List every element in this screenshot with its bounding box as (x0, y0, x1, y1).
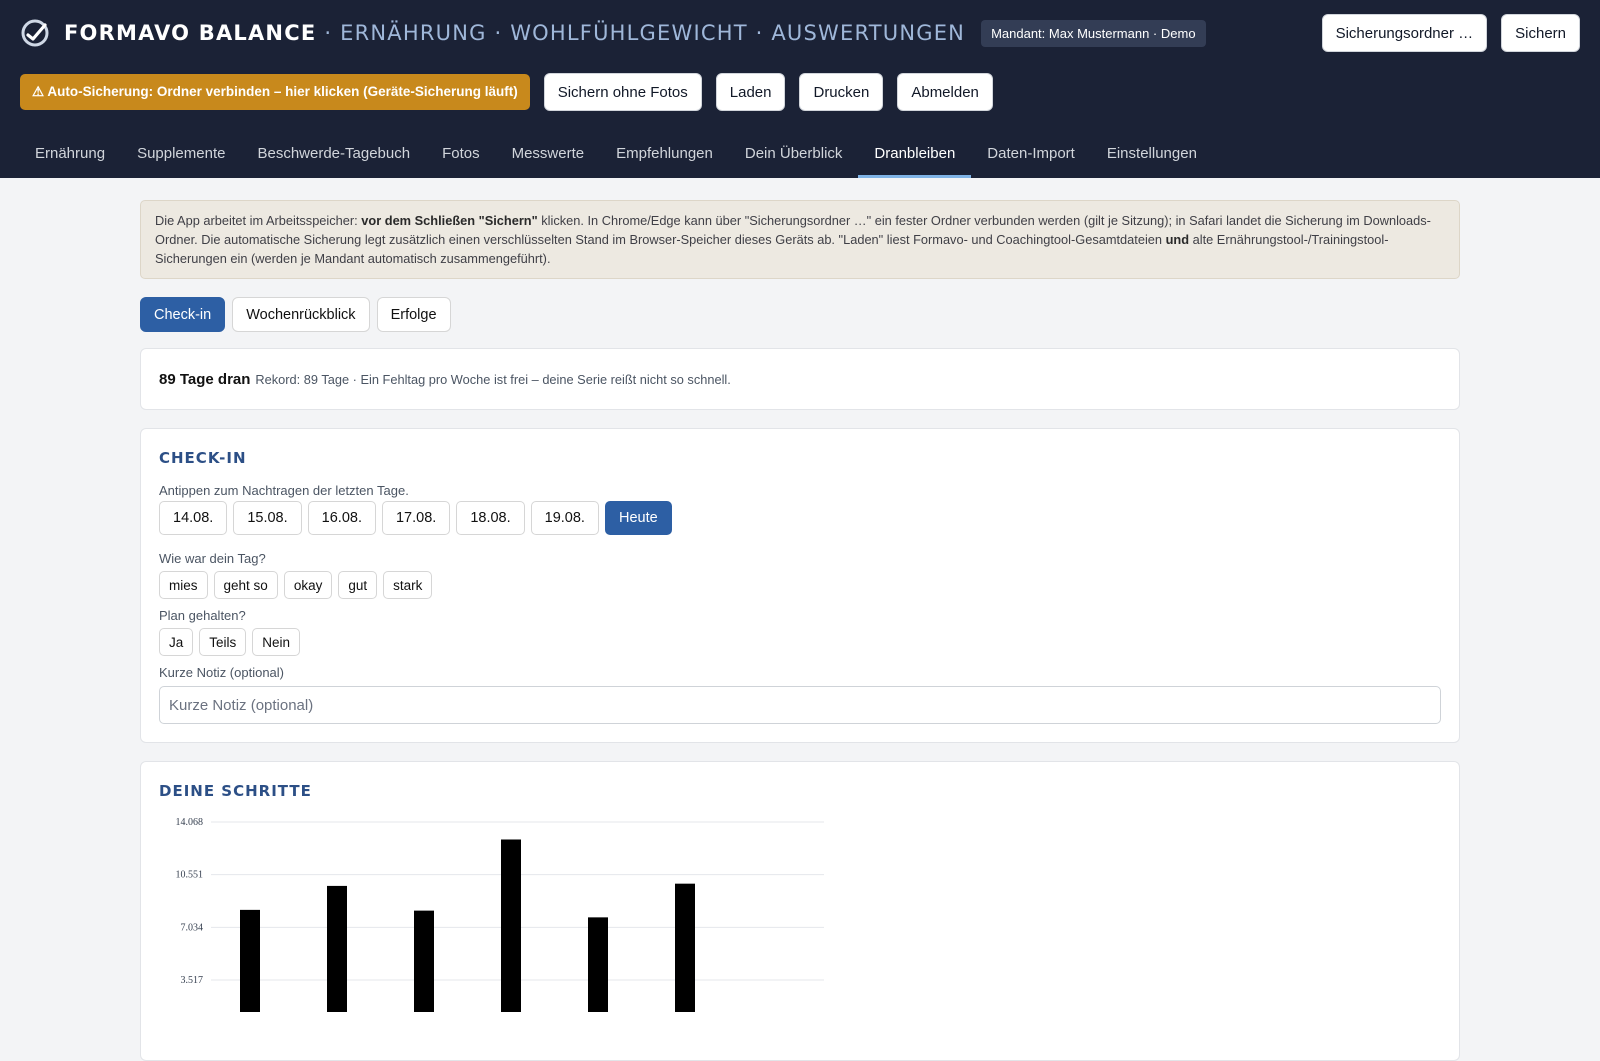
steps-bar[interactable] (588, 917, 608, 1012)
plan-option-partly[interactable]: Teils (199, 628, 247, 656)
steps-chart: 14.068 10.551 7.034 3.517 (176, 817, 824, 1012)
day-button[interactable]: 14.08. (159, 501, 228, 535)
info-bold-1: vor dem Schließen "Sichern" (361, 213, 538, 228)
top-actions: Sicherungsordner … Sichern (1321, 14, 1580, 52)
note-label: Kurze Notiz (optional) (159, 665, 284, 680)
steps-bar[interactable] (501, 839, 521, 1012)
day-selector: 14.08. 15.08. 16.08. 17.08. 18.08. 19.08… (159, 501, 1441, 535)
mood-option[interactable]: stark (383, 571, 433, 599)
today-button[interactable]: Heute (604, 501, 672, 535)
steps-bar[interactable] (675, 883, 695, 1012)
action-row: ⚠ Auto-Sicherung: Ordner verbinden – hie… (20, 73, 993, 111)
note-input[interactable] (159, 686, 1441, 724)
info-text-1: Die App arbeitet im Arbeitsspeicher: (155, 213, 362, 228)
day-button[interactable]: 19.08. (530, 501, 599, 535)
steps-bar[interactable] (414, 910, 434, 1012)
mood-option[interactable]: mies (159, 571, 208, 599)
day-button[interactable]: 16.08. (307, 501, 376, 535)
day-button[interactable]: 17.08. (381, 501, 451, 535)
logo-icon (21, 19, 49, 47)
plan-options: Ja Teils Nein (159, 628, 1441, 656)
tab-supplemente[interactable]: Supplemente (121, 137, 241, 178)
tab-daten-import[interactable]: Daten-Import (971, 137, 1091, 178)
y-tick-label: 3.517 (181, 975, 204, 986)
mood-option[interactable]: gut (338, 571, 378, 599)
steps-title: DEINE SCHRITTE (159, 782, 312, 800)
backup-folder-button[interactable]: Sicherungsordner … (1321, 14, 1488, 52)
save-without-photos-button[interactable]: Sichern ohne Fotos (543, 73, 702, 111)
save-button[interactable]: Sichern (1501, 14, 1580, 52)
steps-bar[interactable] (327, 885, 347, 1012)
y-tick-label: 14.068 (176, 817, 204, 828)
streak-detail: Rekord: 89 Tage · Ein Fehltag pro Woche … (255, 371, 731, 387)
y-tick-label: 10.551 (176, 870, 204, 881)
checkin-title: CHECK-IN (159, 449, 247, 467)
subtab-check-in[interactable]: Check-in (140, 297, 226, 332)
subtabs: Check-in Wochenrückblick Erfolge (140, 297, 1460, 332)
tab-fotos[interactable]: Fotos (426, 137, 496, 178)
info-bold-2: und (1165, 232, 1190, 247)
print-button[interactable]: Drucken (799, 73, 884, 111)
checkin-card: CHECK-IN Antippen zum Nachtragen der let… (140, 428, 1460, 743)
mood-option[interactable]: geht so (213, 571, 278, 599)
steps-bar[interactable] (240, 909, 260, 1012)
streak-summary: 89 Tage dran Rekord: 89 Tage · Ein Fehlt… (159, 349, 1441, 409)
load-button[interactable]: Laden (715, 73, 786, 111)
tab-beschwerde-tagebuch[interactable]: Beschwerde-Tagebuch (241, 137, 426, 178)
autosave-warning-button[interactable]: ⚠ Auto-Sicherung: Ordner verbinden – hie… (20, 74, 530, 110)
tab-empfehlungen[interactable]: Empfehlungen (600, 137, 729, 178)
brand-name: FORMAVO BALANCE (64, 21, 317, 45)
main-content: Die App arbeitet im Arbeitsspeicher: vor… (140, 200, 1460, 1061)
streak-card: 89 Tage dran Rekord: 89 Tage · Ein Fehlt… (140, 348, 1460, 410)
mandant-badge: Mandant: Max Mustermann · Demo (981, 19, 1206, 47)
y-tick-label: 7.034 (181, 922, 204, 933)
steps-card: DEINE SCHRITTE 14.068 10.551 7.034 3.517 (140, 761, 1460, 1061)
streak-headline: 89 Tage dran (159, 370, 251, 388)
brand-row: FORMAVO BALANCE · ERNÄHRUNG · WOHLFÜHLGE… (20, 16, 1206, 50)
plan-option-no[interactable]: Nein (252, 628, 301, 656)
tab-einstellungen[interactable]: Einstellungen (1091, 137, 1213, 178)
subtab-wochenrueckblick[interactable]: Wochenrückblick (232, 297, 370, 332)
logout-button[interactable]: Abmelden (897, 73, 993, 111)
mood-options: mies geht so okay gut stark (159, 571, 1441, 599)
mood-option[interactable]: okay (283, 571, 333, 599)
main-nav: Ernährung Supplemente Beschwerde-Tagebuc… (19, 137, 1213, 178)
app-header: FORMAVO BALANCE · ERNÄHRUNG · WOHLFÜHLGE… (0, 0, 1600, 178)
brand-subtitle: · ERNÄHRUNG · WOHLFÜHLGEWICHT · AUSWERTU… (324, 21, 966, 45)
day-button[interactable]: 18.08. (456, 501, 525, 535)
plan-option-yes[interactable]: Ja (159, 628, 194, 656)
plan-label: Plan gehalten? (159, 608, 246, 623)
tab-messwerte[interactable]: Messwerte (496, 137, 601, 178)
days-label: Antippen zum Nachtragen der letzten Tage… (159, 483, 409, 498)
day-button[interactable]: 15.08. (233, 501, 302, 535)
tab-ernaehrung[interactable]: Ernährung (19, 137, 121, 178)
mood-label: Wie war dein Tag? (159, 551, 266, 566)
tab-dein-ueberblick[interactable]: Dein Überblick (729, 137, 859, 178)
tab-dranbleiben[interactable]: Dranbleiben (858, 137, 972, 178)
info-notice: Die App arbeitet im Arbeitsspeicher: vor… (140, 200, 1460, 279)
subtab-erfolge[interactable]: Erfolge (376, 297, 451, 332)
